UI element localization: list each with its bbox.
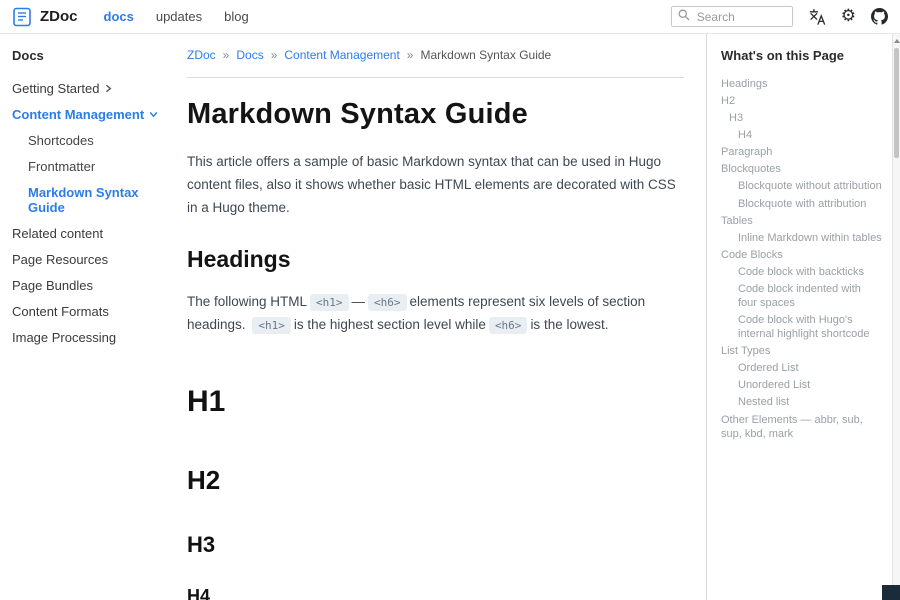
sidebar-item-page-resources[interactable]: Page Resources (12, 252, 165, 267)
primary-nav: docs updates blog (104, 9, 249, 24)
main-content: ZDoc » Docs » Content Management » Markd… (175, 34, 706, 600)
toc-item-code-block-with-backticks[interactable]: Code block with backticks (721, 265, 882, 279)
sidebar-section-title: Docs (12, 48, 165, 63)
nav-item-docs[interactable]: docs (104, 9, 134, 24)
toc-sidebar: What's on this Page Headings H2 H3 H4 Pa… (706, 34, 892, 600)
sidebar-item-frontmatter[interactable]: Frontmatter (12, 159, 165, 174)
scrollbar-up-arrow-icon[interactable] (894, 39, 900, 43)
breadcrumb-link-content-management[interactable]: Content Management (284, 48, 399, 62)
settings-gear-icon[interactable]: ⚙ (841, 8, 856, 25)
sidebar-item-content-formats[interactable]: Content Formats (12, 304, 165, 319)
chevron-right-icon (104, 81, 113, 96)
toc-item-other-elements[interactable]: Other Elements — abbr, sub, sup, kbd, ma… (721, 413, 882, 441)
heading-sample-h2: H2 (187, 465, 684, 496)
left-sidebar: Docs Getting Started Content Management … (0, 34, 175, 600)
toc-item-h3[interactable]: H3 (721, 111, 882, 125)
nav-item-updates[interactable]: updates (156, 9, 202, 24)
heading-sample-h3: H3 (187, 532, 684, 558)
top-navbar: ZDoc docs updates blog ⚙ (0, 0, 900, 34)
github-icon[interactable] (871, 8, 888, 25)
breadcrumb: ZDoc » Docs » Content Management » Markd… (187, 48, 684, 62)
toc-item-paragraph[interactable]: Paragraph (721, 145, 882, 159)
toc-item-code-block-indented[interactable]: Code block indented with four spaces (721, 282, 882, 310)
sidebar-item-content-management[interactable]: Content Management (12, 107, 165, 122)
search-box[interactable] (671, 6, 793, 27)
toc-item-headings[interactable]: Headings (721, 77, 882, 91)
breadcrumb-separator: » (407, 48, 414, 62)
headings-paragraph: The following HTML<h1>—<h6>elements repr… (187, 291, 684, 337)
vertical-scrollbar[interactable] (892, 34, 900, 600)
toc-title: What's on this Page (721, 48, 882, 63)
toc-item-nested-list[interactable]: Nested list (721, 395, 882, 409)
code-chip-h1: <h1> (310, 294, 349, 311)
scrollbar-thumb[interactable] (894, 48, 899, 158)
nav-item-blog[interactable]: blog (224, 9, 249, 24)
search-icon (678, 8, 690, 26)
breadcrumb-link-zdoc[interactable]: ZDoc (187, 48, 216, 62)
scroll-bottom-corner-button[interactable] (882, 585, 900, 600)
sidebar-item-related-content[interactable]: Related content (12, 226, 165, 241)
sidebar-item-markdown-syntax-guide[interactable]: Markdown Syntax Guide (12, 185, 165, 215)
code-chip-h6: <h6> (368, 294, 407, 311)
code-chip-h1: <h1> (252, 317, 291, 334)
toc-item-h4[interactable]: H4 (721, 128, 882, 142)
sidebar-item-shortcodes[interactable]: Shortcodes (12, 133, 165, 148)
toc-item-code-block-highlight-shortcode[interactable]: Code block with Hugo's internal highligh… (721, 313, 882, 341)
breadcrumb-link-docs[interactable]: Docs (236, 48, 263, 62)
app-logo-icon[interactable] (12, 7, 32, 27)
chevron-down-icon (149, 107, 158, 122)
navbar-actions: ⚙ (671, 6, 888, 27)
toc-item-blockquotes[interactable]: Blockquotes (721, 162, 882, 176)
heading-sample-h4: H4 (187, 586, 684, 600)
sidebar-item-page-bundles[interactable]: Page Bundles (12, 278, 165, 293)
headings-section-title: Headings (187, 246, 684, 273)
heading-sample-h1: H1 (187, 385, 684, 419)
translate-icon[interactable] (808, 8, 826, 26)
intro-paragraph: This article offers a sample of basic Ma… (187, 151, 684, 220)
breadcrumb-current-page: Markdown Syntax Guide (420, 48, 551, 62)
sidebar-item-getting-started[interactable]: Getting Started (12, 81, 165, 96)
toc-item-tables[interactable]: Tables (721, 214, 882, 228)
breadcrumb-separator: » (223, 48, 230, 62)
breadcrumb-divider (187, 77, 684, 78)
toc-item-h2[interactable]: H2 (721, 94, 882, 108)
toc-item-ordered-list[interactable]: Ordered List (721, 361, 882, 375)
sidebar-item-image-processing[interactable]: Image Processing (12, 330, 165, 345)
toc-item-unordered-list[interactable]: Unordered List (721, 378, 882, 392)
toc-item-code-blocks[interactable]: Code Blocks (721, 248, 882, 262)
brand-title[interactable]: ZDoc (40, 8, 78, 25)
page-title: Markdown Syntax Guide (187, 98, 684, 131)
toc-item-blockquote-without-attribution[interactable]: Blockquote without attribution (721, 179, 882, 193)
toc-item-list-types[interactable]: List Types (721, 344, 882, 358)
code-chip-h6: <h6> (489, 317, 528, 334)
toc-item-blockquote-with-attribution[interactable]: Blockquote with attribution (721, 197, 882, 211)
toc-item-inline-markdown-within-tables[interactable]: Inline Markdown within tables (721, 231, 882, 245)
search-input[interactable] (695, 9, 786, 25)
breadcrumb-separator: » (271, 48, 278, 62)
